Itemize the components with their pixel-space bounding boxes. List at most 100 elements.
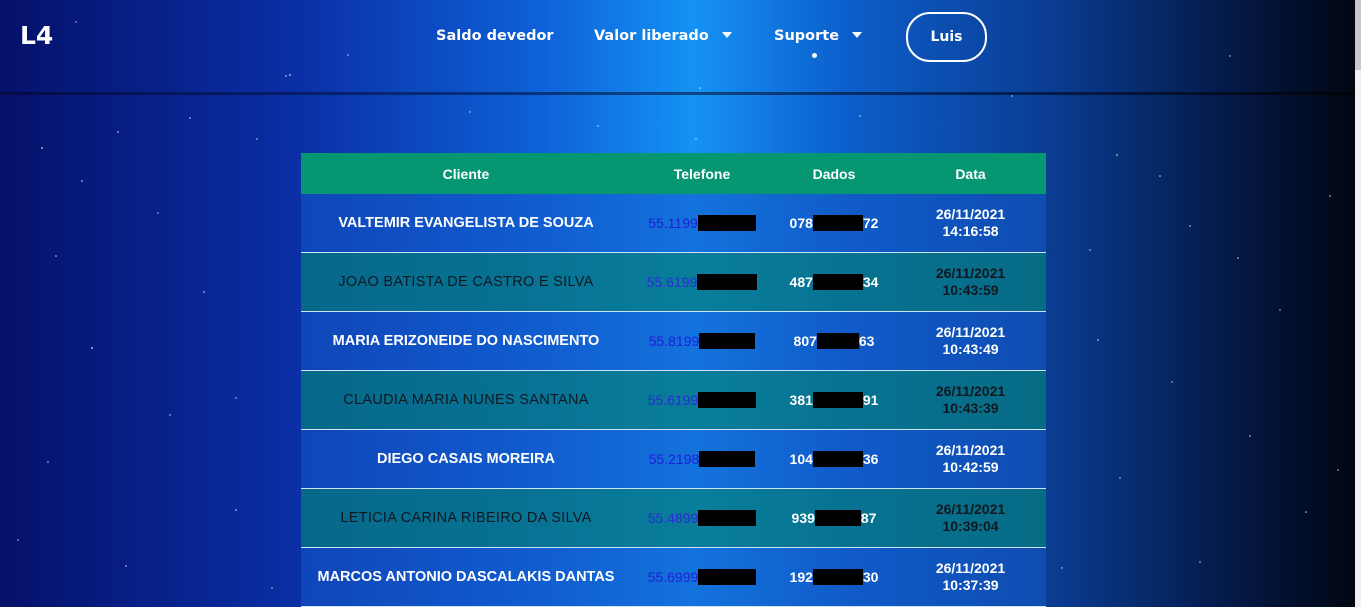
cell-dados: 078 72	[773, 194, 895, 253]
nav-saldo-label: Saldo devedor	[436, 28, 554, 44]
cell-telefone: 55.4899	[631, 488, 773, 548]
nav-suporte[interactable]: Suporte	[774, 28, 863, 44]
cell-telefone: 55.6199	[631, 252, 773, 312]
time-value: 10:43:49	[942, 341, 999, 357]
table-header-row: Cliente Telefone Dados Data	[301, 153, 1046, 194]
user-name: Luis	[930, 29, 963, 45]
table-row[interactable]: DIEGO CASAIS MOREIRA 55.2198 104 36 26/11…	[301, 429, 1046, 489]
nav-valor-liberado[interactable]: Valor liberado	[594, 28, 732, 44]
redaction-bar	[812, 273, 863, 290]
telefone-prefix: 55.1199	[648, 214, 698, 231]
time-value: 10:39:04	[942, 518, 999, 534]
cell-data: 26/11/2021 10:43:49	[895, 311, 1046, 371]
user-menu-button[interactable]: Luis	[906, 12, 987, 62]
time-value: 10:43:59	[942, 282, 999, 298]
telefone-prefix: 55.6999	[647, 568, 699, 585]
redaction-bar	[698, 391, 757, 408]
redaction-bar	[814, 509, 861, 526]
date-value: 26/11/2021	[935, 501, 1006, 517]
table-row[interactable]: VALTEMIR EVANGELISTA DE SOUZA 55.1199 07…	[301, 194, 1046, 253]
page-scrollbar[interactable]	[1355, 0, 1361, 607]
dados-end: 30	[862, 568, 879, 585]
dados-start: 192	[789, 568, 813, 585]
time-value: 10:37:39	[942, 577, 999, 593]
nav-suporte-label: Suporte	[774, 28, 840, 44]
redaction-bar	[698, 568, 757, 585]
redaction-bar	[697, 214, 756, 231]
clients-table: Cliente Telefone Dados Data VALTEMIR EVA…	[301, 153, 1046, 607]
cell-dados: 192 30	[773, 547, 895, 607]
cell-telefone: 55.2198	[631, 429, 773, 489]
redaction-bar	[698, 509, 757, 526]
date-value: 26/11/2021	[935, 206, 1006, 222]
redaction-bar	[812, 450, 863, 467]
brand-logo[interactable]: L4	[20, 21, 53, 50]
column-header-cliente: Cliente	[301, 153, 631, 194]
cell-dados: 104 36	[773, 429, 895, 489]
redaction-bar	[699, 450, 756, 467]
cell-cliente: JOAO BATISTA DE CASTRO E SILVA	[301, 252, 631, 312]
telefone-prefix: 55.2198	[648, 450, 700, 467]
cell-data: 26/11/2021 10:43:59	[895, 252, 1046, 312]
cell-cliente: MARIA ERIZONEIDE DO NASCIMENTO	[301, 311, 631, 371]
dados-start: 104	[789, 450, 813, 467]
active-indicator-dot	[812, 53, 817, 58]
cell-cliente: LETICIA CARINA RIBEIRO DA SILVA	[301, 488, 631, 548]
dados-start: 939	[791, 509, 815, 526]
date-value: 26/11/2021	[935, 442, 1006, 458]
telefone-prefix: 55.8199	[648, 332, 700, 349]
scrollbar-thumb[interactable]	[1355, 0, 1361, 70]
table-row[interactable]: CLAUDIA MARIA NUNES SANTANA 55.6199 381 9…	[301, 370, 1046, 430]
header-divider	[0, 92, 1361, 95]
table-row[interactable]: JOAO BATISTA DE CASTRO E SILVA 55.6199 4…	[301, 252, 1046, 312]
table-row[interactable]: MARCOS ANTONIO DASCALAKIS DANTAS 55.6999…	[301, 547, 1046, 607]
redaction-bar	[812, 391, 863, 408]
table-row[interactable]: MARIA ERIZONEIDE DO NASCIMENTO 55.8199 8…	[301, 311, 1046, 371]
cell-cliente: DIEGO CASAIS MOREIRA	[301, 429, 631, 489]
dados-end: 91	[862, 391, 879, 408]
time-value: 14:16:58	[942, 223, 999, 239]
date-value: 26/11/2021	[935, 383, 1006, 399]
cell-data: 26/11/2021 14:16:58	[895, 194, 1046, 253]
nav-valor-label: Valor liberado	[594, 28, 709, 44]
cell-dados: 807 63	[773, 311, 895, 371]
cell-telefone: 55.1199	[631, 194, 773, 253]
telefone-prefix: 55.4899	[647, 509, 699, 526]
cell-data: 26/11/2021 10:42:59	[895, 429, 1046, 489]
cell-cliente: CLAUDIA MARIA NUNES SANTANA	[301, 370, 631, 430]
redaction-bar	[697, 273, 758, 290]
cell-data: 26/11/2021 10:39:04	[895, 488, 1046, 548]
column-header-data: Data	[895, 153, 1046, 194]
dados-end: 87	[860, 509, 877, 526]
time-value: 10:42:59	[942, 459, 999, 475]
dados-end: 63	[858, 332, 875, 349]
cell-telefone: 55.8199	[631, 311, 773, 371]
telefone-prefix: 55.6199	[647, 391, 699, 408]
chevron-down-icon	[852, 32, 863, 38]
dados-start: 381	[789, 391, 813, 408]
cell-dados: 939 87	[773, 488, 895, 548]
top-navbar: L4 Saldo devedor Valor liberado Suporte …	[0, 0, 1361, 92]
dados-end: 36	[862, 450, 879, 467]
cell-cliente: MARCOS ANTONIO DASCALAKIS DANTAS	[301, 547, 631, 607]
dados-end: 72	[862, 214, 879, 231]
cell-dados: 487 34	[773, 252, 895, 312]
redaction-bar	[816, 332, 859, 349]
cell-data: 26/11/2021 10:43:39	[895, 370, 1046, 430]
date-value: 26/11/2021	[935, 265, 1006, 281]
redaction-bar	[812, 214, 863, 231]
cell-data: 26/11/2021 10:37:39	[895, 547, 1046, 607]
table-row[interactable]: LETICIA CARINA RIBEIRO DA SILVA 55.4899 …	[301, 488, 1046, 548]
dados-end: 34	[862, 273, 879, 290]
cell-telefone: 55.6199	[631, 370, 773, 430]
nav-saldo-devedor[interactable]: Saldo devedor	[436, 28, 554, 44]
telefone-prefix: 55.6199	[646, 273, 698, 290]
cell-dados: 381 91	[773, 370, 895, 430]
dados-start: 078	[789, 214, 813, 231]
column-header-dados: Dados	[773, 153, 895, 194]
dados-start: 807	[793, 332, 817, 349]
cell-cliente: VALTEMIR EVANGELISTA DE SOUZA	[301, 194, 631, 253]
dados-start: 487	[789, 273, 813, 290]
chevron-down-icon	[721, 32, 732, 38]
redaction-bar	[699, 332, 756, 349]
